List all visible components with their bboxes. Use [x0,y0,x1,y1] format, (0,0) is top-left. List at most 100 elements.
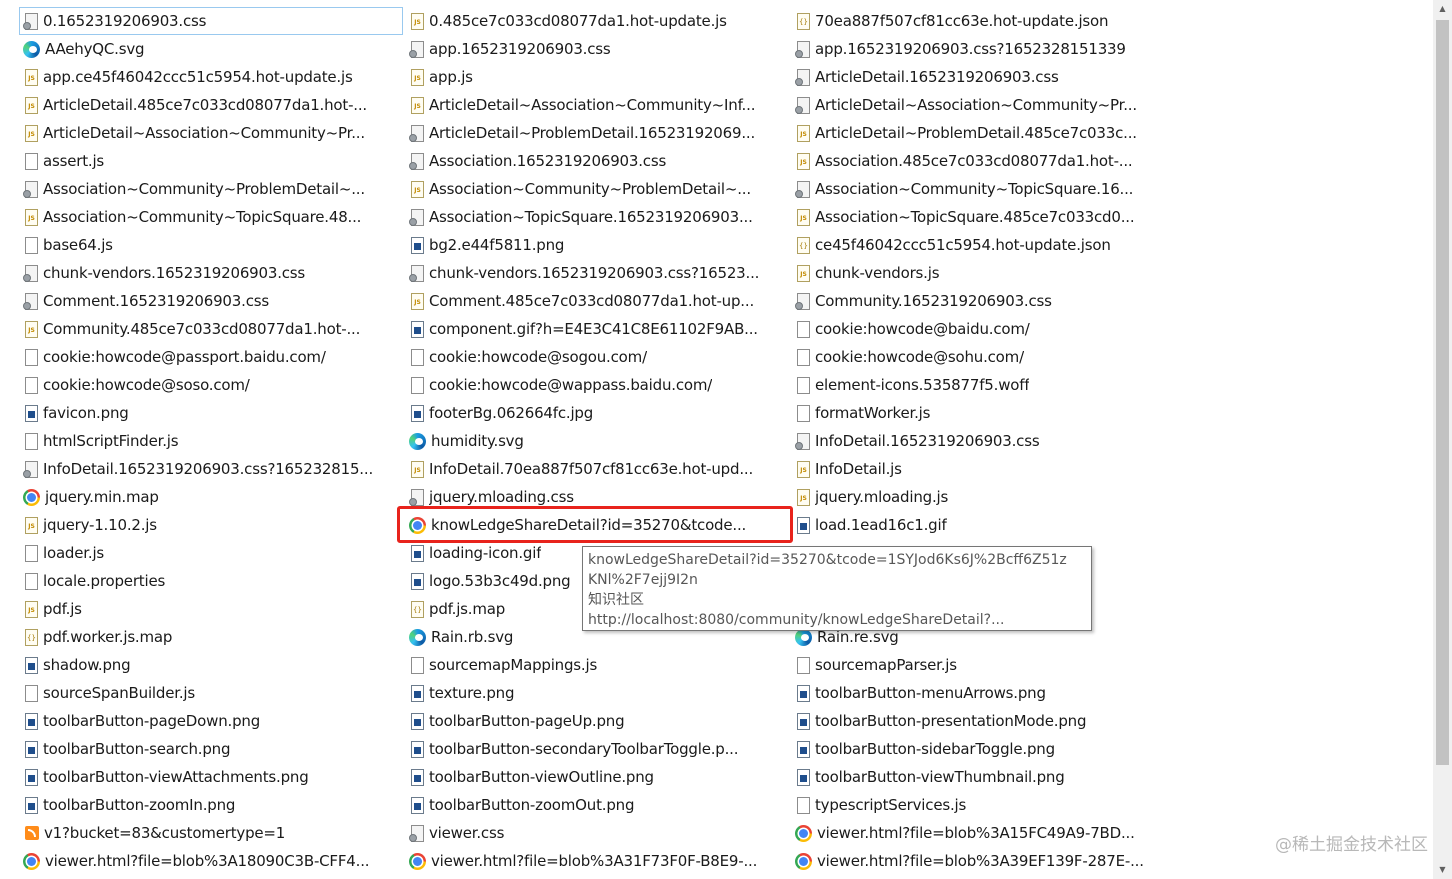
file-item[interactable]: footerBg.062664fc.jpg [409,399,784,427]
file-name: Association~Community~TopicSquare.16... [815,180,1134,198]
file-item[interactable]: sourcemapMappings.js [409,651,784,679]
file-item[interactable]: {} ce45f46042ccc51c5954.hot-update.json [795,231,1170,259]
file-item[interactable]: JS app.ce45f46042ccc51c5954.hot-update.js [23,63,398,91]
js-file-icon: JS [411,12,424,30]
file-item[interactable]: cookie:howcode@sohu.com/ [795,343,1170,371]
file-item[interactable]: chunk-vendors.1652319206903.css [23,259,398,287]
file-item[interactable]: ArticleDetail.1652319206903.css [795,63,1170,91]
file-item[interactable]: viewer.html?file=blob%3A15FC49A9-7BD... [795,819,1170,847]
file-item[interactable]: AAehyQC.svg [23,35,398,63]
file-item[interactable]: app.1652319206903.css [409,35,784,63]
file-item[interactable]: v1?bucket=83&customertype=1 [23,819,398,847]
file-item[interactable]: JS jquery.mloading.js [795,483,1170,511]
file-name: app.ce45f46042ccc51c5954.hot-update.js [43,68,353,86]
file-item[interactable]: 0.1652319206903.css [19,7,403,35]
file-item[interactable]: viewer.html?file=blob%3A18090C3B-CFF4... [23,847,398,875]
file-item[interactable]: ArticleDetail~Association~Community~Pr..… [795,91,1170,119]
vertical-scrollbar[interactable]: ▲ ▼ [1433,0,1452,879]
file-item[interactable]: toolbarButton-pageDown.png [23,707,398,735]
file-item[interactable]: Association~TopicSquare.1652319206903... [409,203,784,231]
file-item[interactable]: JS app.js [409,63,784,91]
file-item[interactable]: JS jquery-1.10.2.js [23,511,398,539]
file-item[interactable]: JS InfoDetail.70ea887f507cf81cc63e.hot-up… [409,455,784,483]
file-item[interactable]: element-icons.535877f5.woff [795,371,1170,399]
file-item[interactable]: Association.1652319206903.css [409,147,784,175]
file-item[interactable]: toolbarButton-zoomIn.png [23,791,398,819]
file-item[interactable]: chunk-vendors.1652319206903.css?16523... [409,259,784,287]
file-item[interactable]: toolbarButton-presentationMode.png [795,707,1170,735]
file-item[interactable]: toolbarButton-viewThumbnail.png [795,763,1170,791]
file-item[interactable]: shadow.png [23,651,398,679]
file-item[interactable]: sourceSpanBuilder.js [23,679,398,707]
file-item[interactable]: JS InfoDetail.js [795,455,1170,483]
image-file-icon [797,768,810,786]
css-file-icon [795,96,810,114]
file-item[interactable]: Association~Community~ProblemDetail~... [23,175,398,203]
file-item[interactable]: sourcemapParser.js [795,651,1170,679]
file-item[interactable]: JS ArticleDetail~Association~Community~In… [409,91,784,119]
file-item[interactable]: assert.js [23,147,398,175]
file-item[interactable]: JS Comment.485ce7c033cd08077da1.hot-up... [409,287,784,315]
file-item[interactable]: viewer.css [409,819,784,847]
file-item[interactable]: Comment.1652319206903.css [23,287,398,315]
file-item[interactable]: viewer.html?file=blob%3A31F73F0F-B8E9-..… [409,847,784,875]
file-item[interactable]: viewer.html?file=blob%3A39EF139F-287E-..… [795,847,1170,875]
scroll-thumb[interactable] [1436,20,1449,765]
file-item[interactable]: favicon.png [23,399,398,427]
file-item[interactable]: JS Association~Community~ProblemDetail~..… [409,175,784,203]
file-item[interactable]: locale.properties [23,567,398,595]
file-item[interactable]: toolbarButton-search.png [23,735,398,763]
file-item[interactable]: htmlScriptFinder.js [23,427,398,455]
file-item[interactable]: toolbarButton-menuArrows.png [795,679,1170,707]
file-item[interactable]: {} 70ea887f507cf81cc63e.hot-update.json [795,7,1170,35]
scroll-down-arrow-icon[interactable]: ▼ [1433,861,1452,879]
file-item[interactable]: JS Community.485ce7c033cd08077da1.hot-... [23,315,398,343]
file-item[interactable]: component.gif?h=E4E3C41C8E61102F9AB... [409,315,784,343]
file-item[interactable]: cookie:howcode@sogou.com/ [409,343,784,371]
file-item[interactable]: base64.js [23,231,398,259]
file-item[interactable]: app.1652319206903.css?1652328151339 [795,35,1170,63]
file-item[interactable]: knowLedgeShareDetail?id=35270&tcode... [409,511,784,539]
file-item[interactable]: JS ArticleDetail~Association~Community~Pr… [23,119,398,147]
file-item[interactable]: cookie:howcode@wappass.baidu.com/ [409,371,784,399]
file-item[interactable]: toolbarButton-sidebarToggle.png [795,735,1170,763]
file-item[interactable]: formatWorker.js [795,399,1170,427]
file-name: toolbarButton-menuArrows.png [815,684,1046,702]
file-item[interactable]: cookie:howcode@baidu.com/ [795,315,1170,343]
file-item[interactable]: texture.png [409,679,784,707]
file-item[interactable]: JS Association~Community~TopicSquare.48..… [23,203,398,231]
file-item[interactable]: jquery.min.map [23,483,398,511]
file-item[interactable]: cookie:howcode@soso.com/ [23,371,398,399]
file-name: toolbarButton-sidebarToggle.png [815,740,1055,758]
file-item[interactable]: InfoDetail.1652319206903.css [795,427,1170,455]
file-item[interactable]: ArticleDetail~ProblemDetail.16523192069.… [409,119,784,147]
file-item[interactable]: JS ArticleDetail~ProblemDetail.485ce7c033… [795,119,1170,147]
file-item[interactable]: JS 0.485ce7c033cd08077da1.hot-update.js [409,7,784,35]
file-item[interactable]: Association~Community~TopicSquare.16... [795,175,1170,203]
file-item[interactable]: InfoDetail.1652319206903.css?165232815..… [23,455,398,483]
file-item[interactable]: toolbarButton-secondaryToolbarToggle.p..… [409,735,784,763]
scroll-up-arrow-icon[interactable]: ▲ [1433,0,1452,18]
file-item[interactable]: loader.js [23,539,398,567]
file-item[interactable]: {} pdf.worker.js.map [23,623,398,651]
file-item[interactable]: JS pdf.js [23,595,398,623]
file-item[interactable]: toolbarButton-viewAttachments.png [23,763,398,791]
file-item[interactable]: JS chunk-vendors.js [795,259,1170,287]
file-name: cookie:howcode@sogou.com/ [429,348,647,366]
file-item[interactable]: JS Association.485ce7c033cd08077da1.hot-.… [795,147,1170,175]
js-file-icon: JS [25,600,38,618]
file-item[interactable]: typescriptServices.js [795,791,1170,819]
js-file-icon: JS [25,96,38,114]
file-item[interactable]: JS ArticleDetail.485ce7c033cd08077da1.hot… [23,91,398,119]
file-item[interactable]: toolbarButton-zoomOut.png [409,791,784,819]
file-item[interactable]: toolbarButton-viewOutline.png [409,763,784,791]
file-item[interactable]: bg2.e44f5811.png [409,231,784,259]
file-item[interactable]: humidity.svg [409,427,784,455]
file-item[interactable]: JS Association~TopicSquare.485ce7c033cd0.… [795,203,1170,231]
file-item[interactable]: cookie:howcode@passport.baidu.com/ [23,343,398,371]
file-name: toolbarButton-zoomOut.png [429,796,635,814]
file-item[interactable]: jquery.mloading.css [409,483,784,511]
file-item[interactable]: Community.1652319206903.css [795,287,1170,315]
file-item[interactable]: load.1ead16c1.gif [795,511,1170,539]
file-item[interactable]: toolbarButton-pageUp.png [409,707,784,735]
